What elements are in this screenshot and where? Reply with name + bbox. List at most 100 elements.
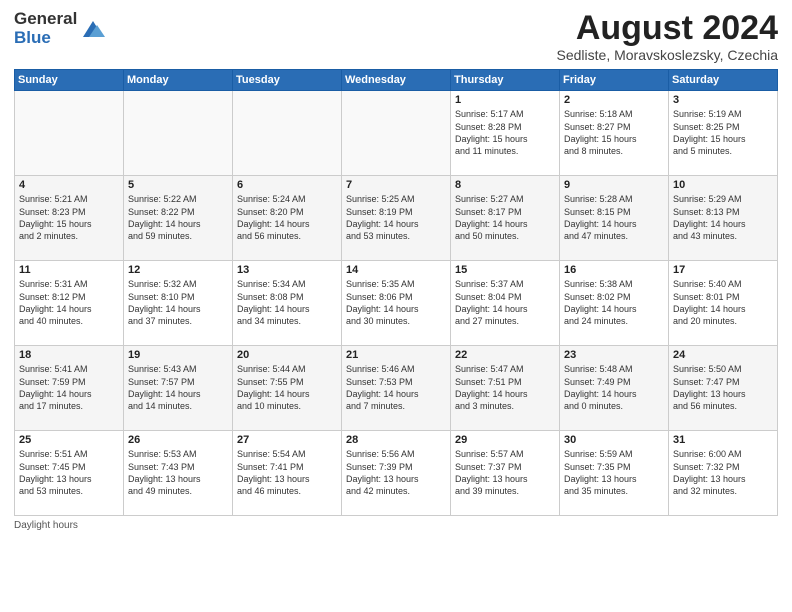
day-info: Sunrise: 5:54 AM Sunset: 7:41 PM Dayligh… [237, 448, 337, 497]
day-number: 19 [128, 349, 228, 361]
day-info: Sunrise: 5:51 AM Sunset: 7:45 PM Dayligh… [19, 448, 119, 497]
day-info: Sunrise: 5:22 AM Sunset: 8:22 PM Dayligh… [128, 193, 228, 242]
day-cell: 9Sunrise: 5:28 AM Sunset: 8:15 PM Daylig… [560, 176, 669, 261]
day-info: Sunrise: 5:28 AM Sunset: 8:15 PM Dayligh… [564, 193, 664, 242]
day-number: 8 [455, 179, 555, 191]
dow-header-sunday: Sunday [15, 70, 124, 91]
day-cell [342, 91, 451, 176]
day-info: Sunrise: 5:48 AM Sunset: 7:49 PM Dayligh… [564, 363, 664, 412]
day-number: 1 [455, 94, 555, 106]
day-cell: 1Sunrise: 5:17 AM Sunset: 8:28 PM Daylig… [451, 91, 560, 176]
day-cell: 29 Sunrise: 5:57 AM Sunset: 7:37 PM Dayli… [451, 431, 560, 516]
day-info: Sunrise: 5:53 AM Sunset: 7:43 PM Dayligh… [128, 448, 228, 497]
day-cell: 4 Sunrise: 5:21 AM Sunset: 8:23 PM Daylig… [15, 176, 124, 261]
day-number: 4 [19, 179, 119, 191]
day-info: Sunrise: 5:41 AM Sunset: 7:59 PM Dayligh… [19, 363, 119, 412]
day-cell: 11 Sunrise: 5:31 AM Sunset: 8:12 PM Dayli… [15, 261, 124, 346]
day-info: Sunrise: 5:31 AM Sunset: 8:12 PM Dayligh… [19, 278, 119, 327]
day-cell: 26 Sunrise: 5:53 AM Sunset: 7:43 PM Dayli… [124, 431, 233, 516]
day-cell: 22 Sunrise: 5:47 AM Sunset: 7:51 PM Dayli… [451, 346, 560, 431]
day-cell: 7 Sunrise: 5:25 AM Sunset: 8:19 PM Daylig… [342, 176, 451, 261]
day-cell: 28 Sunrise: 5:56 AM Sunset: 7:39 PM Dayli… [342, 431, 451, 516]
footer-label: Daylight hours [14, 520, 778, 531]
day-cell: 16 Sunrise: 5:38 AM Sunset: 8:02 PM Dayli… [560, 261, 669, 346]
day-cell: 13 Sunrise: 5:34 AM Sunset: 8:08 PM Dayli… [233, 261, 342, 346]
day-cell: 20 Sunrise: 5:44 AM Sunset: 7:55 PM Dayli… [233, 346, 342, 431]
day-cell [15, 91, 124, 176]
day-number: 15 [455, 264, 555, 276]
week-row-5: 25 Sunrise: 5:51 AM Sunset: 7:45 PM Dayli… [15, 431, 778, 516]
day-cell: 23 Sunrise: 5:48 AM Sunset: 7:49 PM Dayli… [560, 346, 669, 431]
day-info: Sunrise: 5:37 AM Sunset: 8:04 PM Dayligh… [455, 278, 555, 327]
day-number: 5 [128, 179, 228, 191]
day-cell: 10 Sunrise: 5:29 AM Sunset: 8:13 PM Dayli… [669, 176, 778, 261]
day-info: Sunrise: 5:47 AM Sunset: 7:51 PM Dayligh… [455, 363, 555, 412]
calendar-body: 1Sunrise: 5:17 AM Sunset: 8:28 PM Daylig… [15, 91, 778, 516]
title-block: August 2024 Sedliste, Moravskoslezsky, C… [557, 10, 778, 63]
day-info: Sunrise: 5:21 AM Sunset: 8:23 PM Dayligh… [19, 193, 119, 242]
day-cell: 15 Sunrise: 5:37 AM Sunset: 8:04 PM Dayli… [451, 261, 560, 346]
day-info: Sunrise: 5:34 AM Sunset: 8:08 PM Dayligh… [237, 278, 337, 327]
location-subtitle: Sedliste, Moravskoslezsky, Czechia [557, 47, 778, 63]
day-cell: 31 Sunrise: 6:00 AM Sunset: 7:32 PM Dayli… [669, 431, 778, 516]
day-number: 28 [346, 434, 446, 446]
dow-header-friday: Friday [560, 70, 669, 91]
day-info: Sunrise: 5:24 AM Sunset: 8:20 PM Dayligh… [237, 193, 337, 242]
day-number: 14 [346, 264, 446, 276]
dow-header-thursday: Thursday [451, 70, 560, 91]
day-number: 29 [455, 434, 555, 446]
header: General Blue August 2024 Sedliste, Morav… [14, 10, 778, 63]
day-info: Sunrise: 5:44 AM Sunset: 7:55 PM Dayligh… [237, 363, 337, 412]
day-number: 7 [346, 179, 446, 191]
day-number: 16 [564, 264, 664, 276]
day-number: 13 [237, 264, 337, 276]
day-cell: 2Sunrise: 5:18 AM Sunset: 8:27 PM Daylig… [560, 91, 669, 176]
day-cell [124, 91, 233, 176]
day-number: 30 [564, 434, 664, 446]
day-info: Sunrise: 5:40 AM Sunset: 8:01 PM Dayligh… [673, 278, 773, 327]
day-cell: 3Sunrise: 5:19 AM Sunset: 8:25 PM Daylig… [669, 91, 778, 176]
logo-general: General [14, 10, 77, 29]
day-number: 31 [673, 434, 773, 446]
day-info: Sunrise: 5:50 AM Sunset: 7:47 PM Dayligh… [673, 363, 773, 412]
day-info: Sunrise: 6:00 AM Sunset: 7:32 PM Dayligh… [673, 448, 773, 497]
day-info: Sunrise: 5:25 AM Sunset: 8:19 PM Dayligh… [346, 193, 446, 242]
day-info: Sunrise: 5:32 AM Sunset: 8:10 PM Dayligh… [128, 278, 228, 327]
day-number: 23 [564, 349, 664, 361]
day-cell: 25 Sunrise: 5:51 AM Sunset: 7:45 PM Dayli… [15, 431, 124, 516]
day-of-week-row: SundayMondayTuesdayWednesdayThursdayFrid… [15, 70, 778, 91]
day-info: Sunrise: 5:27 AM Sunset: 8:17 PM Dayligh… [455, 193, 555, 242]
page: General Blue August 2024 Sedliste, Morav… [0, 0, 792, 612]
day-number: 26 [128, 434, 228, 446]
day-number: 10 [673, 179, 773, 191]
day-info: Sunrise: 5:35 AM Sunset: 8:06 PM Dayligh… [346, 278, 446, 327]
dow-header-tuesday: Tuesday [233, 70, 342, 91]
day-number: 20 [237, 349, 337, 361]
day-number: 12 [128, 264, 228, 276]
day-number: 11 [19, 264, 119, 276]
dow-header-monday: Monday [124, 70, 233, 91]
day-cell: 19Sunrise: 5:43 AM Sunset: 7:57 PM Dayli… [124, 346, 233, 431]
day-info: Sunrise: 5:29 AM Sunset: 8:13 PM Dayligh… [673, 193, 773, 242]
logo-blue: Blue [14, 29, 77, 48]
day-cell: 14 Sunrise: 5:35 AM Sunset: 8:06 PM Dayli… [342, 261, 451, 346]
day-number: 2 [564, 94, 664, 106]
day-number: 25 [19, 434, 119, 446]
day-cell [233, 91, 342, 176]
day-cell: 17 Sunrise: 5:40 AM Sunset: 8:01 PM Dayli… [669, 261, 778, 346]
month-title: August 2024 [557, 10, 778, 47]
day-info: Sunrise: 5:57 AM Sunset: 7:37 PM Dayligh… [455, 448, 555, 497]
logo-icon [79, 17, 107, 41]
logo: General Blue [14, 10, 107, 47]
day-info: Sunrise: 5:46 AM Sunset: 7:53 PM Dayligh… [346, 363, 446, 412]
day-number: 22 [455, 349, 555, 361]
day-number: 17 [673, 264, 773, 276]
day-cell: 5 Sunrise: 5:22 AM Sunset: 8:22 PM Daylig… [124, 176, 233, 261]
day-number: 21 [346, 349, 446, 361]
day-info: Sunrise: 5:38 AM Sunset: 8:02 PM Dayligh… [564, 278, 664, 327]
dow-header-wednesday: Wednesday [342, 70, 451, 91]
day-info: Sunrise: 5:56 AM Sunset: 7:39 PM Dayligh… [346, 448, 446, 497]
day-number: 24 [673, 349, 773, 361]
day-cell: 12 Sunrise: 5:32 AM Sunset: 8:10 PM Dayli… [124, 261, 233, 346]
dow-header-saturday: Saturday [669, 70, 778, 91]
